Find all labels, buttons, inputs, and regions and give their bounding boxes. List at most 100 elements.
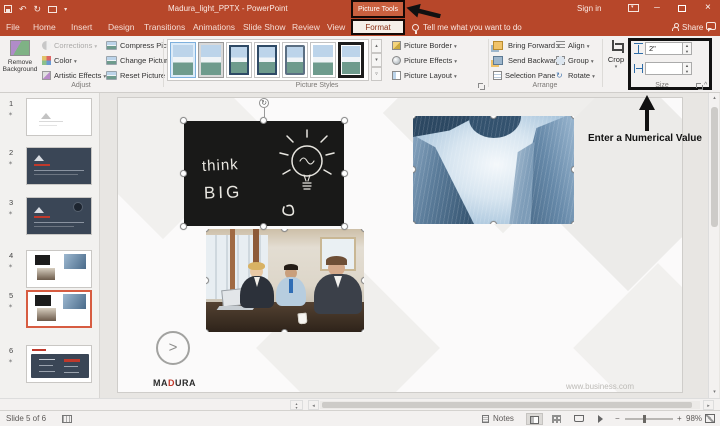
scroll-right-icon[interactable]: ▸ bbox=[703, 400, 714, 410]
comments-icon[interactable] bbox=[706, 22, 716, 32]
selection-handle[interactable] bbox=[361, 229, 364, 232]
scroll-up-icon[interactable]: ▴ bbox=[709, 93, 720, 104]
selection-handle[interactable] bbox=[489, 116, 497, 119]
selection-handle[interactable] bbox=[361, 276, 364, 284]
picture-styles-dialog-launcher-icon[interactable] bbox=[478, 83, 485, 90]
maximize-icon[interactable] bbox=[678, 5, 686, 12]
selection-handle[interactable] bbox=[180, 169, 187, 177]
scrollbar-thumb[interactable] bbox=[711, 107, 718, 227]
pane-scroll-widget[interactable]: ▴ ▾ bbox=[290, 400, 303, 410]
save-icon[interactable] bbox=[4, 5, 12, 13]
tab-transitions[interactable]: Transitions bbox=[144, 18, 185, 36]
tab-home[interactable]: Home bbox=[33, 18, 56, 36]
scrollbar-thumb[interactable] bbox=[322, 402, 692, 408]
selection-handle[interactable] bbox=[180, 223, 187, 230]
picture-style-option[interactable] bbox=[282, 42, 308, 78]
minimize-icon[interactable]: ─ bbox=[652, 3, 662, 13]
selection-handle[interactable] bbox=[281, 329, 288, 332]
width-spinner[interactable]: ▲ ▼ bbox=[683, 62, 692, 75]
selection-handle[interactable] bbox=[413, 166, 416, 173]
corrections-button[interactable]: Corrections bbox=[42, 41, 97, 50]
fit-slide-to-window-icon[interactable] bbox=[705, 414, 715, 423]
group-button[interactable]: Group bbox=[556, 56, 594, 65]
height-spinner[interactable]: ▲ ▼ bbox=[683, 42, 692, 55]
start-slideshow-icon[interactable] bbox=[48, 5, 58, 13]
skyscraper-image[interactable]: ↻ bbox=[413, 116, 574, 224]
shape-height-field[interactable]: 2" bbox=[645, 42, 683, 55]
tab-slide-show[interactable]: Slide Show bbox=[243, 18, 286, 36]
selection-handle[interactable] bbox=[260, 223, 267, 230]
slide-sorter-view-button[interactable] bbox=[548, 413, 565, 425]
selection-handle[interactable] bbox=[571, 166, 574, 173]
picture-effects-button[interactable]: Picture Effects bbox=[392, 56, 457, 65]
selection-handle[interactable] bbox=[341, 117, 348, 124]
selection-handle[interactable] bbox=[260, 117, 267, 124]
tab-review[interactable]: Review bbox=[292, 18, 320, 36]
selection-handle[interactable] bbox=[571, 116, 574, 119]
change-picture-button[interactable]: Change Picture bbox=[106, 56, 172, 65]
zoom-slider[interactable] bbox=[625, 415, 673, 423]
size-dialog-launcher-icon[interactable] bbox=[696, 83, 703, 90]
selection-handle[interactable] bbox=[571, 221, 574, 224]
selection-handle[interactable] bbox=[341, 169, 348, 177]
tab-view[interactable]: View bbox=[327, 18, 345, 36]
picture-style-option[interactable] bbox=[338, 42, 364, 78]
selection-handle[interactable] bbox=[341, 223, 348, 230]
scroll-down-icon[interactable]: ▾ bbox=[709, 387, 720, 398]
reset-picture-button[interactable]: Reset Picture bbox=[106, 71, 170, 80]
shape-width-field[interactable] bbox=[645, 62, 683, 75]
tab-file[interactable]: File bbox=[6, 18, 20, 36]
chalkboard-image[interactable]: think BIG ↻ bbox=[180, 98, 348, 230]
selection-handle[interactable] bbox=[489, 221, 497, 224]
normal-view-button[interactable] bbox=[526, 413, 543, 425]
selection-pane-button[interactable]: Selection Pane bbox=[493, 71, 555, 80]
tab-animations[interactable]: Animations bbox=[193, 18, 235, 36]
selection-handle[interactable] bbox=[180, 117, 187, 124]
selection-handle[interactable] bbox=[361, 329, 364, 332]
tab-insert[interactable]: Insert bbox=[71, 18, 92, 36]
business-meeting-image[interactable]: ↻ bbox=[206, 229, 364, 332]
zoom-out-icon[interactable]: − bbox=[615, 414, 620, 423]
picture-layout-button[interactable]: Picture Layout bbox=[392, 71, 457, 80]
close-icon[interactable]: × bbox=[705, 2, 711, 14]
send-backward-button[interactable]: Send Backward bbox=[493, 56, 565, 65]
zoom-level[interactable]: 98% bbox=[686, 414, 702, 423]
picture-style-option[interactable] bbox=[254, 42, 280, 78]
next-arrow-shape[interactable]: > bbox=[156, 331, 190, 365]
scroll-left-icon[interactable]: ◂ bbox=[308, 400, 319, 410]
sign-in-link[interactable]: Sign in bbox=[577, 4, 601, 13]
selection-handle[interactable] bbox=[413, 116, 416, 119]
gallery-scroll-down-icon[interactable]: ▾ bbox=[371, 53, 382, 67]
picture-style-option[interactable] bbox=[170, 42, 196, 78]
gallery-scroll-up-icon[interactable]: ▴ bbox=[371, 39, 382, 53]
reading-view-button[interactable] bbox=[570, 413, 587, 425]
gallery-more-icon[interactable]: ▿ bbox=[371, 67, 382, 81]
tab-format-active[interactable]: Format bbox=[351, 19, 405, 35]
artistic-effects-button[interactable]: Artistic Effects bbox=[42, 71, 106, 80]
zoom-slider-thumb[interactable] bbox=[643, 415, 646, 423]
picture-style-option[interactable] bbox=[198, 42, 224, 78]
ribbon-display-options-icon[interactable] bbox=[628, 4, 639, 12]
tab-design[interactable]: Design bbox=[108, 18, 134, 36]
picture-style-option[interactable] bbox=[310, 42, 336, 78]
rotate-button[interactable]: ↻ Rotate bbox=[556, 71, 595, 80]
zoom-in-icon[interactable]: + bbox=[677, 414, 682, 423]
remove-background-button[interactable]: Remove Background bbox=[2, 38, 38, 88]
align-button[interactable]: Align bbox=[556, 41, 589, 50]
selection-handle[interactable] bbox=[206, 229, 209, 232]
collapse-ribbon-icon[interactable]: ^ bbox=[704, 82, 707, 89]
picture-border-button[interactable]: Picture Border bbox=[392, 41, 457, 50]
undo-icon[interactable]: ↶ bbox=[19, 3, 27, 15]
notes-button[interactable]: Notes bbox=[493, 414, 514, 423]
rotation-handle[interactable]: ↻ bbox=[259, 98, 269, 108]
tell-me-box[interactable]: Tell me what you want to do bbox=[412, 18, 522, 36]
customize-qat-icon[interactable]: ▾ bbox=[64, 6, 67, 13]
selection-handle[interactable] bbox=[413, 221, 416, 224]
redo-icon[interactable]: ↻ bbox=[34, 3, 42, 15]
slide-show-button[interactable] bbox=[592, 413, 609, 425]
picture-style-option[interactable] bbox=[226, 42, 252, 78]
horizontal-scrollbar[interactable] bbox=[320, 401, 700, 409]
selection-handle[interactable] bbox=[281, 229, 288, 232]
color-button[interactable]: Color bbox=[42, 56, 77, 65]
crop-button[interactable]: Crop ▾ bbox=[605, 40, 627, 70]
